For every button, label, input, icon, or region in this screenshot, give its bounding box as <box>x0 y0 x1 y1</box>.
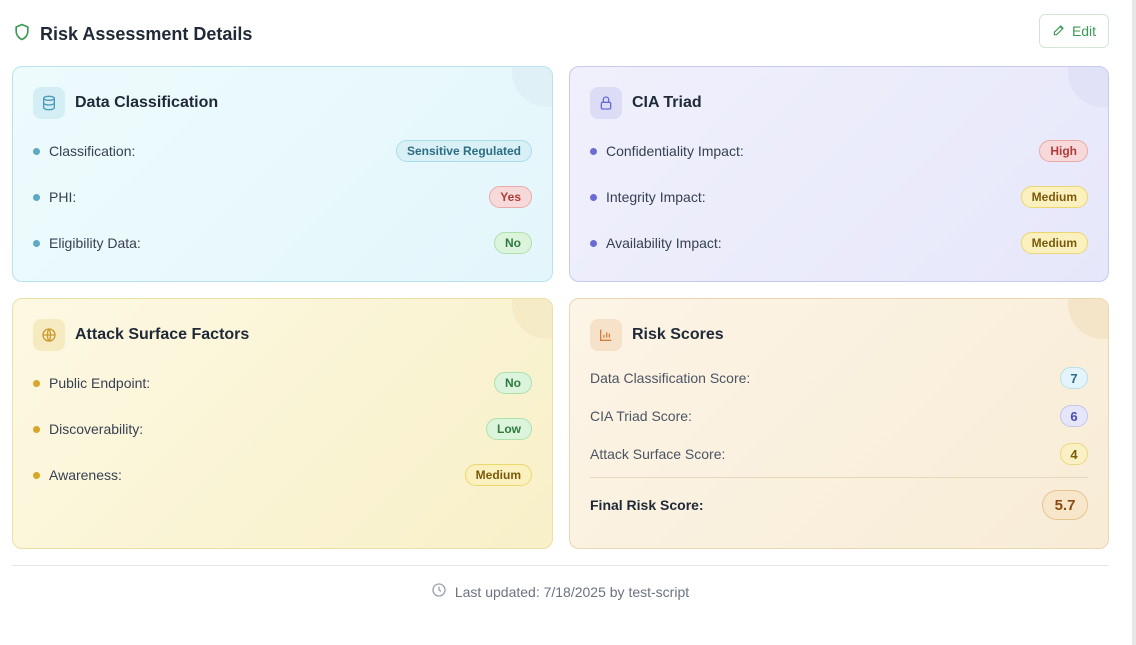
data-classification-card: Data Classification Classification: Sens… <box>12 66 553 282</box>
final-score-label: Final Risk Score: <box>590 497 704 513</box>
integrity-badge: Medium <box>1020 186 1088 208</box>
cia-triad-card: CIA Triad Confidentiality Impact: High I… <box>569 66 1109 282</box>
attack-surface-score-row: Attack Surface Score: 4 <box>590 442 1088 466</box>
last-updated-text: Last updated: 7/18/2025 by test-script <box>454 583 690 600</box>
row-label: Integrity Impact: <box>606 189 706 205</box>
pencil-icon <box>1052 23 1066 40</box>
integrity-row: Integrity Impact: Medium <box>590 185 1088 209</box>
shield-icon <box>12 22 32 47</box>
confidentiality-badge: High <box>1039 140 1088 162</box>
row-label: Awareness: <box>49 467 122 483</box>
classification-row: Classification: Sensitive Regulated <box>33 139 532 163</box>
page-header: Risk Assessment Details Edit <box>12 14 1109 50</box>
classification-badge: Sensitive Regulated <box>395 140 532 162</box>
availability-badge: Medium <box>1020 232 1088 254</box>
confidentiality-row: Confidentiality Impact: High <box>590 139 1088 163</box>
attack-surface-score-badge: 4 <box>1060 443 1088 465</box>
data-classification-score-badge: 7 <box>1060 367 1088 389</box>
public-endpoint-row: Public Endpoint: No <box>33 371 532 395</box>
risk-scores-title: Risk Scores <box>632 326 724 343</box>
attack-surface-title: Attack Surface Factors <box>75 326 250 343</box>
data-classification-title: Data Classification <box>75 94 219 111</box>
row-label: Public Endpoint: <box>49 375 151 391</box>
row-label: Discoverability: <box>49 421 144 437</box>
cia-triad-title: CIA Triad <box>632 94 702 111</box>
divider <box>590 477 1088 478</box>
lock-icon <box>590 87 622 119</box>
awareness-row: Awareness: Medium <box>33 463 532 487</box>
phi-row: PHI: Yes <box>33 185 532 209</box>
footer-divider <box>12 565 1109 566</box>
availability-row: Availability Impact: Medium <box>590 231 1088 255</box>
risk-scores-card: Risk Scores Data Classification Score: 7… <box>569 298 1109 549</box>
cia-triad-score-row: CIA Triad Score: 6 <box>590 404 1088 428</box>
score-label: Attack Surface Score: <box>590 446 726 462</box>
discoverability-row: Discoverability: Low <box>33 417 532 441</box>
public-endpoint-badge: No <box>494 372 532 394</box>
cia-triad-score-badge: 6 <box>1060 405 1088 427</box>
page-title: Risk Assessment Details <box>40 24 253 44</box>
score-label: CIA Triad Score: <box>590 408 692 424</box>
eligibility-badge: No <box>494 232 532 254</box>
phi-badge: Yes <box>489 186 532 208</box>
scrollbar-track[interactable] <box>1132 0 1136 645</box>
discoverability-badge: Low <box>486 418 532 440</box>
edit-button-label: Edit <box>1071 23 1097 39</box>
data-classification-score-row: Data Classification Score: 7 <box>590 366 1088 390</box>
edit-button[interactable]: Edit <box>1039 14 1109 48</box>
bar-chart-icon <box>590 319 622 351</box>
database-icon <box>33 87 65 119</box>
row-label: Eligibility Data: <box>49 235 141 251</box>
final-risk-score-row: Final Risk Score: 5.7 <box>590 490 1088 520</box>
row-label: PHI: <box>49 189 77 205</box>
globe-icon <box>33 319 65 351</box>
awareness-badge: Medium <box>464 464 532 486</box>
attack-surface-card: Attack Surface Factors Public Endpoint: … <box>12 298 553 549</box>
row-label: Availability Impact: <box>606 235 722 251</box>
row-label: Classification: <box>49 143 136 159</box>
clock-icon <box>431 582 447 601</box>
eligibility-data-row: Eligibility Data: No <box>33 231 532 255</box>
score-label: Data Classification Score: <box>590 370 751 386</box>
footer: Last updated: 7/18/2025 by test-script <box>0 582 1120 601</box>
row-label: Confidentiality Impact: <box>606 143 744 159</box>
final-risk-score-badge: 5.7 <box>1042 490 1088 520</box>
